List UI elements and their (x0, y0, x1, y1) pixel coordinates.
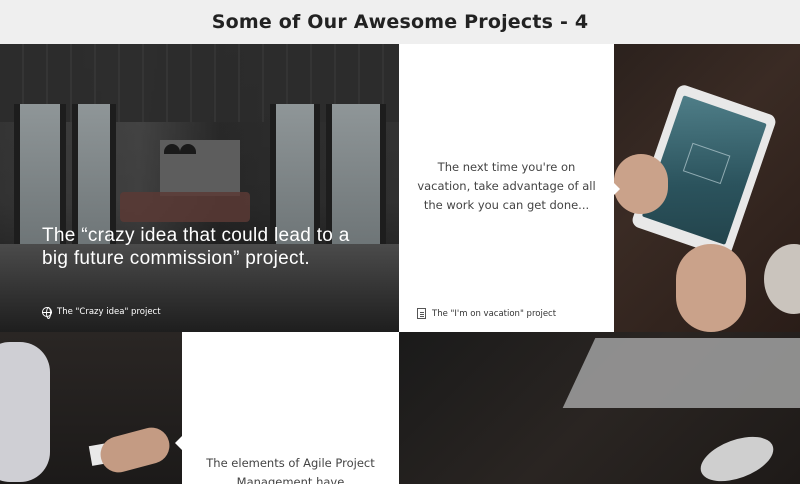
project-teaser: The next time you're on vacation, take a… (417, 160, 596, 212)
chart-icon (682, 142, 731, 185)
section-header: Some of Our Awesome Projects - 4 (0, 0, 800, 44)
mouse-image (694, 428, 780, 484)
page: Some of Our Awesome Projects - 4 The “cr… (0, 0, 800, 484)
photo-lamp (180, 144, 196, 154)
card-pointer (613, 182, 620, 196)
hand-image (676, 244, 746, 332)
project-label[interactable]: The "I'm on vacation" project (417, 308, 556, 319)
projects-grid: The “crazy idea that could lead to a big… (0, 44, 800, 484)
project-label-text: The "Crazy idea" project (57, 307, 161, 317)
photo-table (120, 192, 250, 222)
globe-icon (42, 307, 52, 319)
cup-image (764, 244, 800, 314)
photo-lamp (164, 144, 180, 154)
card-pointer (175, 436, 182, 450)
laptop-image (562, 338, 800, 408)
person-image (0, 342, 50, 482)
project-tile-vacation[interactable]: The next time you're on vacation, take a… (399, 44, 620, 332)
hand-image (614, 154, 668, 214)
project-tile-crazy-idea[interactable]: The “crazy idea that could lead to a big… (0, 44, 399, 332)
project-caption: The “crazy idea that could lead to a big… (42, 225, 350, 269)
project-photo-laptop (399, 332, 800, 484)
project-label[interactable]: The "Crazy idea" project (42, 307, 161, 319)
project-tile-agile[interactable]: The elements of Agile Project Management… (182, 332, 399, 484)
project-teaser: The elements of Agile Project Management… (206, 456, 375, 484)
project-label-text: The "I'm on vacation" project (432, 308, 557, 319)
project-photo-tablet (614, 44, 800, 332)
hand-image (96, 423, 174, 477)
document-icon (417, 308, 426, 319)
project-photo-meeting (0, 332, 182, 484)
section-title: Some of Our Awesome Projects - 4 (211, 11, 589, 33)
